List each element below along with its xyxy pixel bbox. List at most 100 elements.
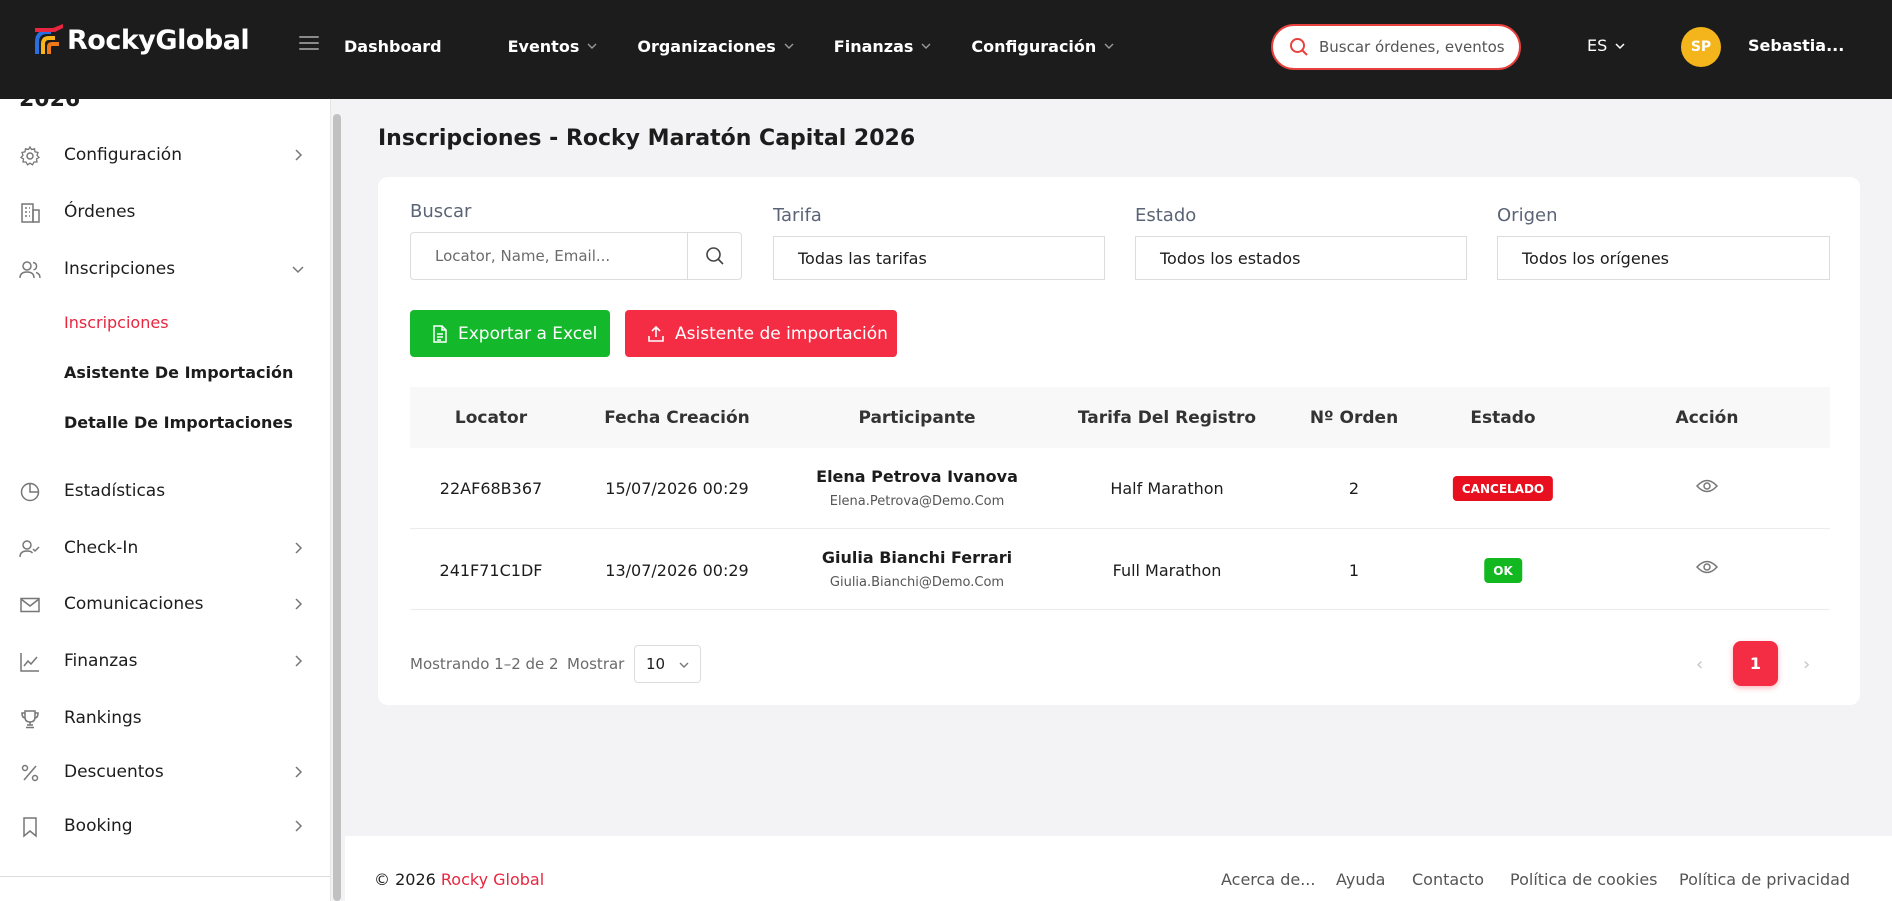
cell-participant-email: Giulia.Bianchi@Demo.Com	[829, 575, 1005, 590]
status-badge: OK	[1484, 558, 1522, 583]
search-button[interactable]	[687, 232, 742, 280]
gear-icon	[19, 145, 41, 166]
sidebar-item-label: Inscripciones	[64, 259, 176, 279]
chevron-down-icon	[1615, 42, 1625, 49]
eye-icon[interactable]	[1696, 559, 1718, 575]
sidebar-event-title: 2026	[19, 99, 81, 112]
nav-label: Eventos	[507, 36, 580, 56]
origen-value: Todos los orígenes	[1522, 248, 1669, 268]
search-icon	[705, 247, 724, 265]
sidebar-item-ordenes[interactable]: Órdenes	[0, 192, 320, 232]
column-header-locator[interactable]: Locator	[455, 408, 527, 428]
per-page-select[interactable]: 10	[634, 645, 701, 683]
eye-icon[interactable]	[1696, 478, 1718, 494]
chevron-down-icon	[679, 662, 689, 668]
chevron-down-icon	[1104, 43, 1114, 49]
user-name[interactable]: Sebastia...	[1748, 36, 1844, 55]
excel-file-icon	[433, 324, 447, 343]
sidebar-item-inscripciones[interactable]: Inscripciones	[0, 249, 320, 289]
footer-link-privacidad[interactable]: Política de privacidad	[1679, 870, 1850, 889]
nav-organizaciones[interactable]: Organizaciones	[637, 37, 795, 56]
cell-locator: 22AF68B367	[439, 479, 543, 498]
menu-toggle-icon[interactable]	[299, 36, 319, 52]
percent-icon	[21, 764, 39, 782]
pagination-next[interactable]: ›	[1803, 654, 1810, 675]
column-header-estado[interactable]: Estado	[1470, 408, 1535, 428]
tarifa-select[interactable]: Todas las tarifas	[773, 236, 1105, 280]
column-header-fecha[interactable]: Fecha Creación	[604, 408, 750, 428]
column-header-tarifa[interactable]: Tarifa Del Registro	[1078, 408, 1256, 428]
chevron-down-icon	[292, 266, 304, 274]
sidebar-item-finanzas[interactable]: Finanzas	[0, 641, 320, 681]
brand-logo[interactable]: RockyGlobal	[33, 24, 250, 56]
status-badge: CANCELADO	[1452, 476, 1554, 501]
pie-chart-icon	[20, 482, 40, 502]
per-page-value: 10	[646, 655, 666, 673]
footer-link-cookies[interactable]: Política de cookies	[1510, 870, 1658, 889]
sidebar-item-check-in[interactable]: Check-In	[0, 528, 320, 568]
table-header: Locator Fecha Creación Participante Tari…	[410, 387, 1830, 448]
column-header-participante[interactable]: Participante	[858, 408, 975, 428]
avatar[interactable]: SP	[1681, 27, 1721, 67]
footer-link-acerca[interactable]: Acerca de...	[1221, 870, 1315, 889]
footer-link-ayuda[interactable]: Ayuda	[1336, 870, 1385, 889]
sidebar-item-rankings[interactable]: Rankings	[0, 698, 320, 738]
nav-label: Organizaciones	[637, 36, 776, 56]
footer	[345, 836, 1892, 901]
cell-participant-name: Giulia Bianchi Ferrari	[821, 548, 1013, 567]
footer-brand-link[interactable]: Rocky Global	[441, 870, 544, 889]
chevron-down-icon	[587, 43, 597, 49]
sidebar-item-label: Descuentos	[64, 762, 164, 782]
top-bar: RockyGlobal Dashboard Eventos Organizaci…	[0, 0, 1892, 99]
cell-participant-name: Elena Petrova Ivanova	[816, 467, 1018, 486]
sidebar-item-configuracion[interactable]: Configuración	[0, 135, 320, 175]
nav-configuracion[interactable]: Configuración	[971, 37, 1116, 56]
mail-icon	[20, 597, 40, 613]
footer-link-contacto[interactable]: Contacto	[1412, 870, 1484, 889]
nav-dashboard[interactable]: Dashboard	[344, 37, 442, 56]
import-wizard-button[interactable]: Asistente de importación	[625, 310, 897, 357]
column-header-accion: Acción	[1675, 408, 1739, 428]
chevron-down-icon	[784, 43, 794, 49]
search-input[interactable]	[411, 233, 688, 279]
bookmark-icon	[23, 817, 37, 838]
sidebar-item-label: Órdenes	[64, 202, 136, 222]
sidebar-item-comunicaciones[interactable]: Comunicaciones	[0, 584, 320, 624]
nav-eventos[interactable]: Eventos	[508, 37, 600, 56]
registrations-search[interactable]	[410, 232, 689, 280]
cell-tarifa: Half Marathon	[1110, 479, 1224, 498]
cell-orden: 1	[1348, 561, 1360, 580]
sidebar-item-label: Check-In	[64, 538, 139, 558]
logo-mark-icon	[35, 24, 63, 54]
export-excel-button[interactable]: Exportar a Excel	[410, 310, 610, 357]
global-search[interactable]	[1271, 24, 1521, 70]
sidebar-scrollbar[interactable]	[333, 114, 341, 901]
sidebar-item-label: Configuración	[64, 145, 182, 165]
showing-count: Mostrando 1–2 de 2	[410, 655, 559, 673]
cell-fecha: 13/07/2026 00:29	[605, 561, 749, 580]
sidebar-subitem-inscripciones[interactable]: Inscripciones	[64, 313, 169, 332]
origen-select[interactable]: Todos los orígenes	[1497, 236, 1830, 280]
nav-label: Dashboard	[344, 36, 442, 56]
sidebar-item-booking[interactable]: Booking	[0, 806, 320, 846]
global-search-input[interactable]	[1319, 38, 1504, 56]
estado-select[interactable]: Todos los estados	[1135, 236, 1467, 280]
sidebar-subitem-asistente-importacion[interactable]: Asistente De Importación	[64, 363, 293, 382]
import-wizard-label: Asistente de importación	[675, 323, 888, 344]
nav-label: Finanzas	[833, 36, 914, 56]
nav-finanzas[interactable]: Finanzas	[834, 37, 934, 56]
trophy-icon	[21, 710, 39, 729]
sidebar-subitem-detalle-importaciones[interactable]: Detalle De Importaciones	[64, 413, 293, 432]
column-header-orden[interactable]: Nº Orden	[1310, 408, 1398, 428]
language-code: ES	[1587, 36, 1608, 55]
cell-locator: 241F71C1DF	[439, 561, 543, 580]
language-selector[interactable]: ES	[1587, 36, 1627, 55]
sidebar-item-estadisticas[interactable]: Estadísticas	[0, 471, 320, 511]
per-page-label: Mostrar	[567, 655, 625, 673]
export-excel-label: Exportar a Excel	[458, 323, 598, 344]
line-chart-icon	[20, 653, 39, 672]
pagination-prev[interactable]: ‹	[1696, 654, 1703, 675]
sidebar-item-descuentos[interactable]: Descuentos	[0, 752, 320, 792]
chevron-right-icon	[295, 598, 303, 610]
pagination-page-current[interactable]: 1	[1733, 641, 1778, 686]
